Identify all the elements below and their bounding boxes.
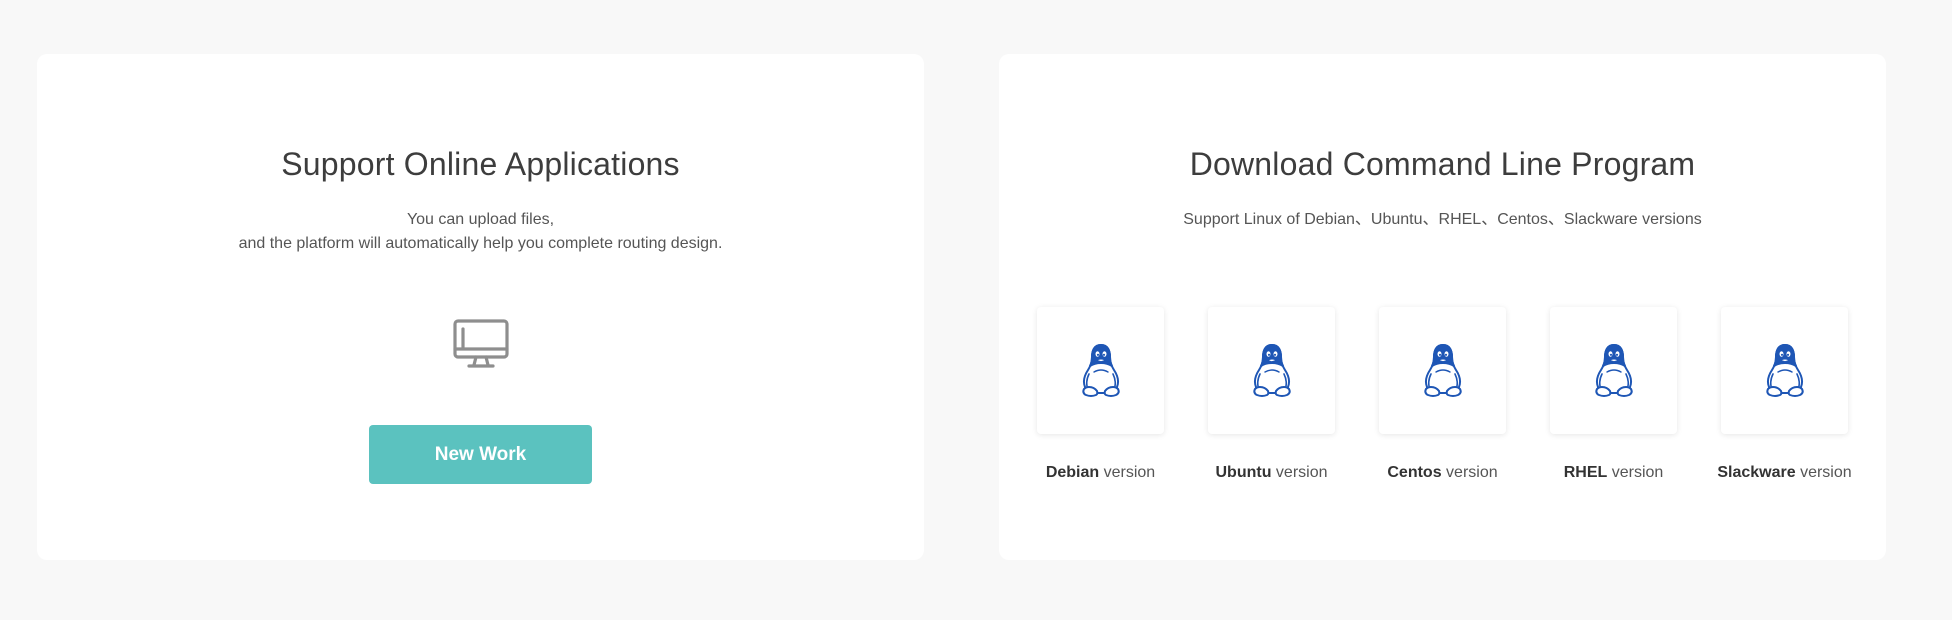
- centos-download-tile[interactable]: [1379, 307, 1506, 434]
- download-slackware[interactable]: Slackware version: [1717, 307, 1852, 481]
- linux-penguin-icon: [1081, 343, 1120, 397]
- linux-penguin-icon: [1423, 343, 1462, 397]
- download-cli-title: Download Command Line Program: [1189, 146, 1696, 182]
- monitor-icon: [452, 318, 510, 370]
- download-cli-card: Download Command Line Program Support Li…: [999, 54, 1886, 560]
- download-centos[interactable]: Centos version: [1379, 307, 1506, 481]
- slackware-version-label[interactable]: Slackware version: [1681, 464, 1888, 482]
- online-applications-title: Support Online Applications: [281, 146, 680, 182]
- description-line-1: You can upload files,: [406, 211, 555, 228]
- download-debian[interactable]: Debian version: [1037, 307, 1164, 481]
- download-cli-description: Support Linux of Debian、Ubuntu、RHEL、Cent…: [1183, 211, 1702, 228]
- debian-download-tile[interactable]: [1037, 307, 1164, 434]
- linux-penguin-icon: [1765, 343, 1804, 397]
- online-applications-card: Support Online Applications You can uplo…: [37, 54, 924, 560]
- slackware-download-tile[interactable]: [1721, 307, 1848, 434]
- download-rhel[interactable]: RHEL version: [1550, 307, 1677, 481]
- new-work-button[interactable]: New Work: [369, 425, 592, 484]
- rhel-download-tile[interactable]: [1550, 307, 1677, 434]
- linux-penguin-icon: [1594, 343, 1633, 397]
- ubuntu-download-tile[interactable]: [1208, 307, 1335, 434]
- online-applications-description: You can upload files, and the platform w…: [37, 208, 924, 256]
- description-line-2: and the platform will automatically help…: [238, 235, 723, 252]
- linux-penguin-icon: [1252, 343, 1291, 397]
- download-ubuntu[interactable]: Ubuntu version: [1208, 307, 1335, 481]
